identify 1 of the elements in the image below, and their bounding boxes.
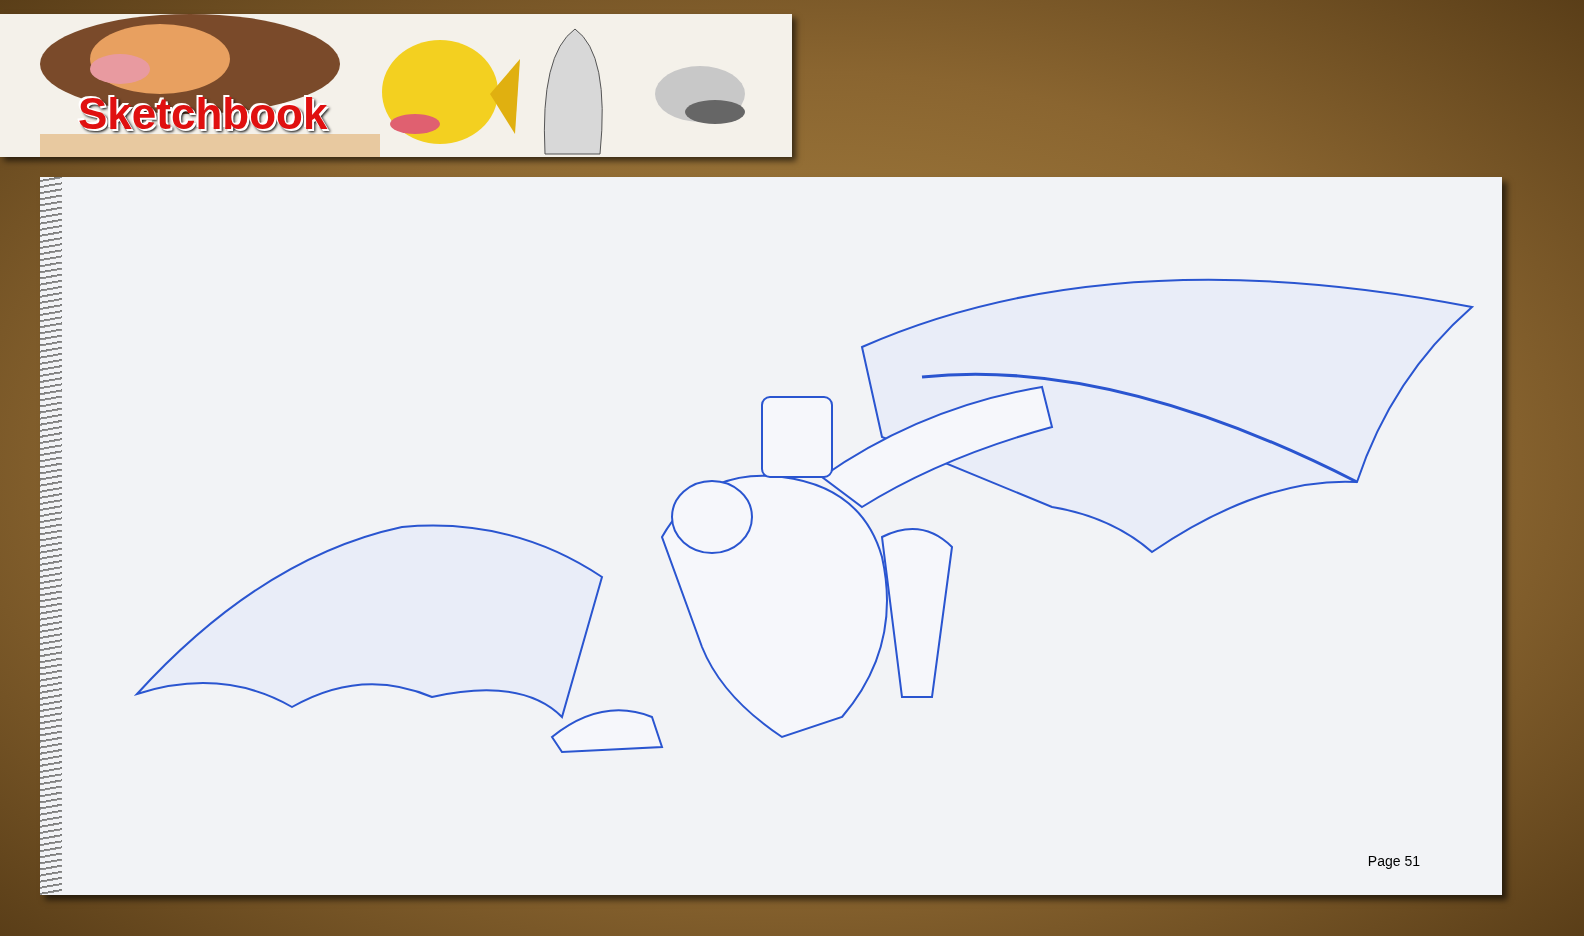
page-number: Page 51 [1367, 853, 1420, 869]
